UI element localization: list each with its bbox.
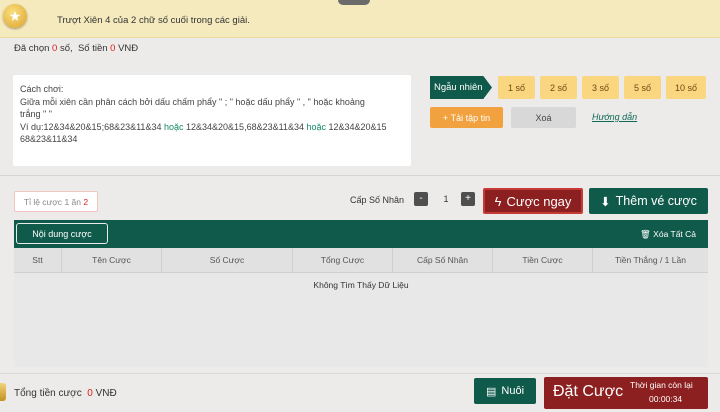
random-button[interactable]: Ngẫu nhiên xyxy=(430,76,492,99)
total-label: Tổng tiền cược xyxy=(14,388,82,399)
clear-button[interactable]: Xoá xyxy=(511,107,576,128)
odds-badge: Tỉ lệ cược 1 ăn 2 xyxy=(14,191,98,212)
howto-line1: Giữa mỗi xiên cần phân cách bởi dấu chấm… xyxy=(20,96,365,107)
savings-label: Nuôi xyxy=(501,385,525,397)
bet-now-button[interactable]: ϟ Cược ngay xyxy=(483,188,583,214)
section-divider xyxy=(0,175,720,176)
document-icon: ▤ xyxy=(485,385,497,398)
multiplier-decrement[interactable]: - xyxy=(414,192,428,206)
howto-title: Cách chơi: xyxy=(20,84,64,94)
arrow-down-icon: ⬇ xyxy=(600,194,611,209)
plus-icon: + xyxy=(442,112,451,123)
multiplier-increment[interactable]: + xyxy=(461,192,475,206)
or-text: hoặc xyxy=(163,121,184,132)
random-3-button[interactable]: 3 số xyxy=(582,76,619,99)
col-name: Tên Cược xyxy=(62,248,162,272)
timer-label: Thời gian còn lại xyxy=(630,380,693,390)
total-value: 0 xyxy=(87,388,93,399)
total-bet: Tổng tiền cược 0 VNĐ xyxy=(14,388,117,399)
place-bet-label: Đặt Cược xyxy=(553,383,624,400)
star-badge: ★ xyxy=(3,4,27,28)
example-2: 12&34&20&15,68&23&11&34 xyxy=(186,121,304,132)
star-icon: ★ xyxy=(8,7,22,24)
howto-example: Ví dụ:12&34&20&15;68&23&11&34 hoặc 12&34… xyxy=(20,121,404,134)
odds-right: 2 xyxy=(83,196,89,207)
col-stt: Stt xyxy=(14,248,62,272)
example-3b: 68&23&11&34 xyxy=(20,134,78,144)
selected-label: Đã chọn xyxy=(14,43,50,54)
savings-button[interactable]: ▤ Nuôi xyxy=(474,378,536,404)
col-stake: Tiền Cược xyxy=(493,248,593,272)
guide-link[interactable]: Hướng dẫn xyxy=(592,112,637,122)
empty-message: Không Tìm Thấy Dữ Liệu xyxy=(313,280,409,290)
delete-all-button[interactable]: 🗑 Xóa Tất Cả xyxy=(640,229,696,240)
random-10-button[interactable]: 10 số xyxy=(666,76,706,99)
table-body: Không Tìm Thấy Dữ Liệu xyxy=(14,273,708,367)
add-ticket-button[interactable]: ⬇ Thêm vé cược xyxy=(589,188,708,214)
or-text: hoặc xyxy=(306,121,326,132)
upload-label: Tải tập tin xyxy=(450,112,491,123)
multiplier-label: Cấp Số Nhân xyxy=(350,195,405,205)
selected-count: 0 xyxy=(52,43,58,54)
bet-content-button[interactable]: Nội dung cược xyxy=(16,223,108,244)
banner-text: Trượt Xiên 4 của 2 chữ số cuối trong các… xyxy=(57,15,250,26)
col-multiplier: Cấp Số Nhân xyxy=(393,248,493,272)
random-2-button[interactable]: 2 số xyxy=(540,76,577,99)
amount-value: 0 xyxy=(110,43,116,54)
example-1: Ví dụ:12&34&20&15;68&23&11&34 xyxy=(20,121,162,132)
logo-tip xyxy=(338,0,370,5)
odds-mid: ăn xyxy=(71,196,82,207)
bet-now-label: Cược ngay xyxy=(506,193,572,209)
selection-summary: Đã chọn 0 số, Số tiền 0 VNĐ xyxy=(14,43,138,54)
total-unit: VNĐ xyxy=(95,388,117,399)
table-columns: Stt Tên Cược Số Cược Tổng Cược Cấp Số Nh… xyxy=(14,248,708,273)
delete-all-label: Xóa Tất Cả xyxy=(653,229,697,239)
howto-line2: trắng " " xyxy=(20,109,52,119)
col-number: Số Cược xyxy=(162,248,293,272)
side-chip xyxy=(0,383,6,401)
random-5-button[interactable]: 5 số xyxy=(624,76,661,99)
lightning-icon: ϟ xyxy=(494,193,502,209)
amount-unit: VNĐ xyxy=(118,43,139,54)
upload-file-button[interactable]: + Tải tập tin xyxy=(430,107,503,128)
amount-label: Số tiền xyxy=(77,43,108,54)
col-win: Tiền Thắng / 1 Lần xyxy=(615,255,686,265)
timer-value: 00:00:34 xyxy=(649,394,683,404)
multiplier-input[interactable]: 1 xyxy=(431,192,461,206)
selected-unit: số, xyxy=(59,43,73,54)
how-to-play-box: Cách chơi: Giữa mỗi xiên cần phân cách b… xyxy=(13,75,411,166)
add-ticket-label: Thêm vé cược xyxy=(615,194,697,208)
odds-prefix: Tỉ lệ cược xyxy=(23,196,63,207)
trash-icon: 🗑 xyxy=(640,229,651,239)
bet-table-header xyxy=(14,220,708,248)
random-1-button[interactable]: 1 số xyxy=(498,76,535,99)
odds-left: 1 xyxy=(64,196,70,207)
col-total: Tổng Cược xyxy=(293,248,393,272)
example-3a: 12&34&20&15 xyxy=(328,121,387,132)
